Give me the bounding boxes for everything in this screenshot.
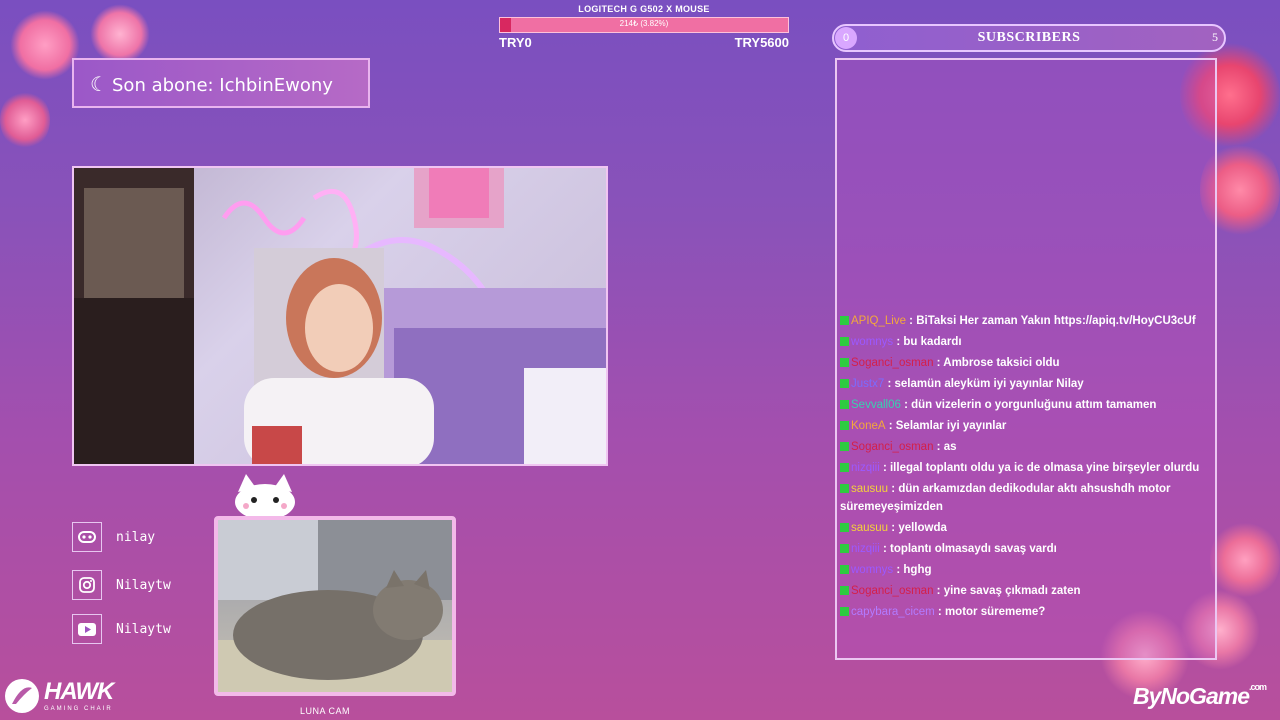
instagram-icon bbox=[72, 570, 102, 600]
chat-username[interactable]: womnys bbox=[851, 564, 893, 576]
chat-text: : yellowda bbox=[888, 522, 947, 534]
cat-scene bbox=[218, 520, 452, 692]
hawk-logo-name: HAWK bbox=[44, 678, 114, 705]
webcam-scene bbox=[74, 168, 606, 464]
chat-text: : motor sürememe? bbox=[934, 606, 1046, 618]
chat-text: : dün vizelerin o yorgunluğunu attım tam… bbox=[900, 399, 1157, 411]
chat-message: sausuu : yellowda bbox=[840, 519, 1212, 537]
chat-username[interactable]: nizqiii bbox=[851, 543, 880, 555]
kick-badge-icon bbox=[840, 337, 849, 346]
chat-message: womnys : hghg bbox=[840, 561, 1212, 579]
chat-message: KoneA : Selamlar iyi yayınlar bbox=[840, 417, 1212, 435]
discord-icon bbox=[72, 522, 102, 552]
chat-username[interactable]: APIQ_Live bbox=[851, 315, 906, 327]
chat-username[interactable]: sausuu bbox=[851, 522, 888, 534]
kick-badge-icon bbox=[840, 484, 849, 493]
chat-message: womnys : bu kadardı bbox=[840, 333, 1212, 351]
goal-title: LOGITECH G G502 X MOUSE bbox=[578, 4, 710, 14]
chat-username[interactable]: Sevvall06 bbox=[851, 399, 901, 411]
chat-message: Justx7 : selamün aleyküm iyi yayınlar Ni… bbox=[840, 375, 1212, 393]
kick-badge-icon bbox=[840, 421, 849, 430]
kick-badge-icon bbox=[840, 379, 849, 388]
cat-cam-label: LUNA CAM bbox=[300, 706, 351, 716]
kick-badge-icon bbox=[840, 463, 849, 472]
goal-min-label: TRY0 bbox=[499, 35, 532, 50]
kick-badge-icon bbox=[840, 400, 849, 409]
goal-max-label: TRY5600 bbox=[734, 35, 789, 50]
chat-text: : Selamlar iyi yayınlar bbox=[885, 420, 1007, 432]
chat-username[interactable]: capybara_cicem bbox=[851, 606, 935, 618]
subscriber-goal: 5 bbox=[1212, 30, 1218, 44]
last-subscriber-text: Son abone: IchbinEwony bbox=[112, 75, 333, 96]
chat-message: nizqiii : toplantı olmasaydı savaş vardı bbox=[840, 540, 1212, 558]
chat-message: Sevvall06 : dün vizelerin o yorgunluğunu… bbox=[840, 396, 1212, 414]
chat-username[interactable]: KoneA bbox=[851, 420, 886, 432]
chat-username[interactable]: Justx7 bbox=[851, 378, 884, 390]
hawk-logo-sub: GAMING CHAIR bbox=[44, 706, 113, 712]
bynogame-logo-suffix: .com bbox=[1248, 682, 1267, 692]
chat-text: : hghg bbox=[893, 564, 932, 576]
chat-text: : toplantı olmasaydı savaş vardı bbox=[879, 543, 1057, 555]
kick-badge-icon bbox=[840, 316, 849, 325]
chat-message: nizqiii : illegal toplantı oldu ya ic de… bbox=[840, 459, 1212, 477]
chat-messages: APIQ_Live : BiTaksi Her zaman Yakın http… bbox=[840, 312, 1212, 624]
kick-badge-icon bbox=[840, 442, 849, 451]
last-subscriber-banner: ☾ Son abone: IchbinEwony bbox=[72, 58, 370, 108]
kick-badge-icon bbox=[840, 358, 849, 367]
cat-camera bbox=[214, 516, 456, 696]
subscriber-title: SUBSCRIBERS bbox=[977, 30, 1081, 45]
social-youtube-name: Nilaytw bbox=[116, 622, 171, 637]
bynogame-logo-name: ByNoGame bbox=[1133, 683, 1250, 709]
chat-message: Soganci_osman : yine savaş çıkmadı zaten bbox=[840, 582, 1212, 600]
chat-username[interactable]: Soganci_osman bbox=[851, 585, 933, 597]
social-discord-name: nilay bbox=[116, 530, 156, 545]
chat-message: capybara_cicem : motor sürememe? bbox=[840, 603, 1212, 621]
chat-text: : BiTaksi Her zaman Yakın https://apiq.t… bbox=[905, 315, 1196, 327]
goal-progress-bar: 214₺ (3.82%) bbox=[499, 17, 789, 33]
kick-badge-icon bbox=[840, 607, 849, 616]
chat-username[interactable]: womnys bbox=[851, 336, 893, 348]
chat-text: : yine savaş çıkmadı zaten bbox=[933, 585, 1081, 597]
chat-text: : as bbox=[933, 441, 957, 453]
chat-message: Soganci_osman : as bbox=[840, 438, 1212, 456]
streamer-webcam bbox=[72, 166, 608, 466]
goal-progress-text: 214₺ (3.82%) bbox=[619, 19, 669, 28]
chat-message: sausuu : dün arkamızdan dedikodular aktı… bbox=[840, 480, 1212, 516]
donation-goal-widget: LOGITECH G G502 X MOUSE 214₺ (3.82%) TRY… bbox=[499, 4, 789, 54]
kick-badge-icon bbox=[840, 544, 849, 553]
bynogame-logo: ByNoGame.com bbox=[1133, 682, 1267, 710]
chat-message: Soganci_osman : Ambrose taksici oldu bbox=[840, 354, 1212, 372]
chat-username[interactable]: Soganci_osman bbox=[851, 441, 933, 453]
chat-text: : illegal toplantı oldu ya ic de olmasa … bbox=[879, 462, 1200, 474]
chat-username[interactable]: sausuu bbox=[851, 483, 888, 495]
subscriber-goal-bar: 0 SUBSCRIBERS 5 bbox=[832, 24, 1226, 52]
moon-icon: ☾ bbox=[90, 74, 108, 96]
kick-badge-icon bbox=[840, 586, 849, 595]
cat-face-decoration bbox=[232, 472, 298, 520]
youtube-icon bbox=[72, 614, 102, 644]
chat-username[interactable]: Soganci_osman bbox=[851, 357, 933, 369]
chat-text: : selamün aleyküm iyi yayınlar Nilay bbox=[884, 378, 1084, 390]
chat-text: : bu kadardı bbox=[893, 336, 962, 348]
chat-message: APIQ_Live : BiTaksi Her zaman Yakın http… bbox=[840, 312, 1212, 330]
kick-badge-icon bbox=[840, 523, 849, 532]
chat-username[interactable]: nizqiii bbox=[851, 462, 880, 474]
kick-badge-icon bbox=[840, 565, 849, 574]
social-instagram-name: Nilaytw bbox=[116, 578, 171, 593]
chat-text: : dün arkamızdan dedikodular aktı ahsush… bbox=[840, 483, 1171, 513]
hawk-feather-icon bbox=[5, 679, 39, 713]
chat-text: : Ambrose taksici oldu bbox=[933, 357, 1060, 369]
